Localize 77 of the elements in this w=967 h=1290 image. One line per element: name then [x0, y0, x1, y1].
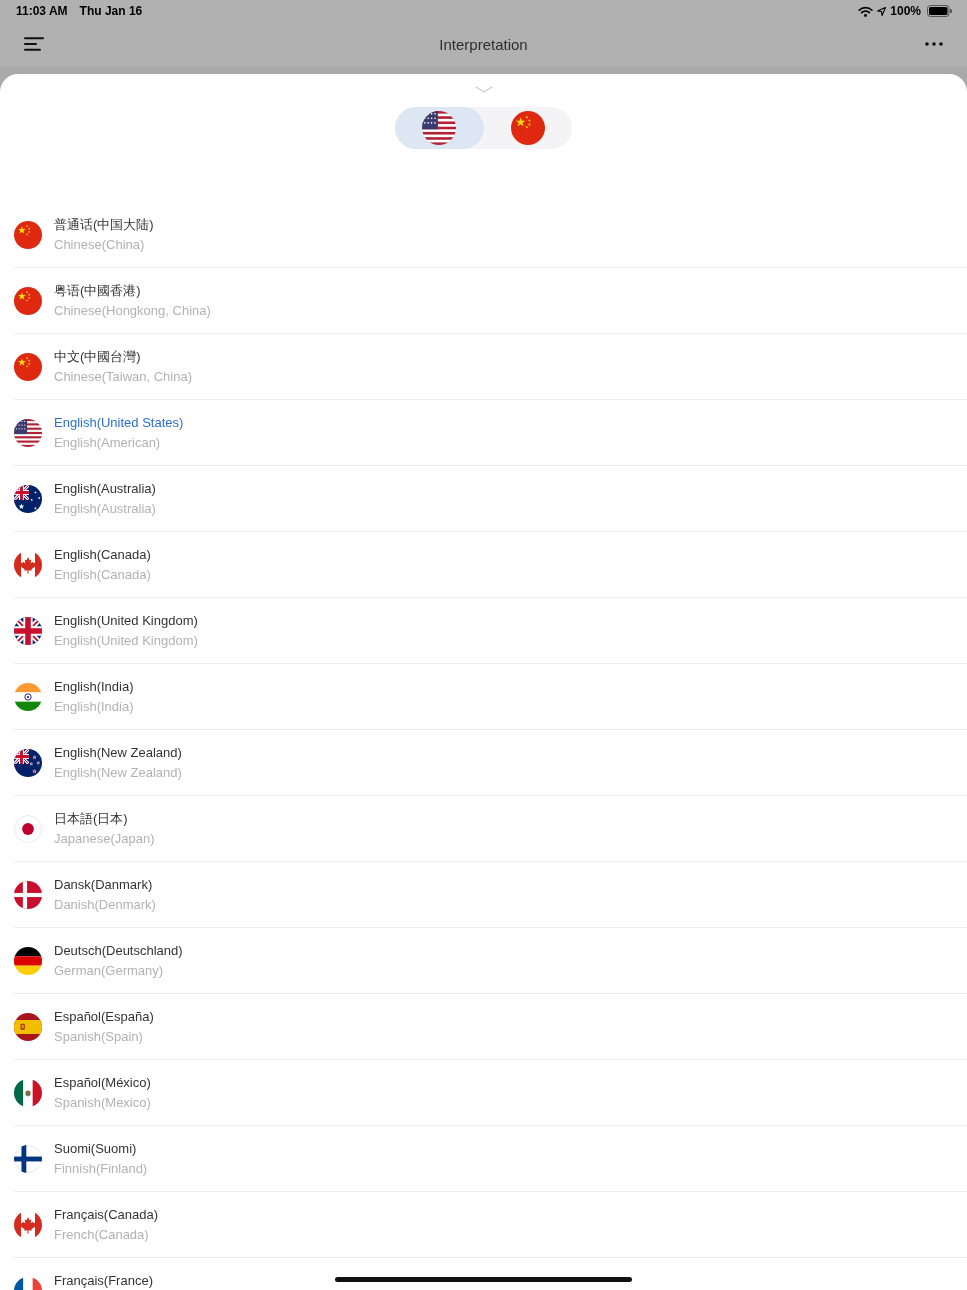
menu-button[interactable] — [24, 37, 44, 51]
china-flag-icon — [14, 220, 42, 249]
language-description: Spanish(Spain) — [54, 1028, 144, 1046]
language-name: Français(France) — [54, 1272, 153, 1290]
more-button[interactable] — [925, 42, 943, 46]
language-name: English(United States) — [54, 414, 184, 432]
us-flag-icon — [14, 418, 42, 447]
denmark-flag-icon — [14, 880, 42, 909]
language-description: English(Canada) — [54, 566, 151, 584]
wifi-icon — [858, 5, 874, 17]
language-list-item[interactable]: English(India) English(India) — [14, 664, 967, 730]
status-time: 11:03 AM — [16, 4, 68, 18]
language-list-item[interactable]: Français(Canada) French(Canada) — [14, 1192, 967, 1258]
language-list-item[interactable]: English(New Zealand) English(New Zealand) — [14, 730, 967, 796]
language-list-item[interactable]: 中文(中國台灣) Chinese(Taiwan, China) — [14, 334, 967, 400]
india-flag-icon — [14, 682, 42, 711]
language-list-item[interactable]: Deutsch(Deutschland) German(Germany) — [14, 928, 967, 994]
language-list-item[interactable]: 日本語(日本) Japanese(Japan) — [14, 796, 967, 862]
language-name: 普通话(中国大陆) — [54, 216, 154, 234]
language-list-item[interactable]: Dansk(Danmark) Danish(Denmark) — [14, 862, 967, 928]
language-description: Chinese(Taiwan, China) — [54, 368, 192, 386]
china-flag-icon — [14, 352, 42, 381]
language-name: 中文(中國台灣) — [54, 348, 142, 366]
china-flag-icon — [510, 111, 545, 145]
battery-icon — [927, 5, 952, 17]
language-name: English(India) — [54, 678, 134, 696]
language-name: Français(Canada) — [54, 1206, 159, 1224]
language-description: Japanese(Japan) — [54, 830, 155, 848]
location-arrow-icon — [877, 6, 887, 16]
language-list-item[interactable]: 粤语(中國香港) Chinese(Hongkong, China) — [14, 268, 967, 334]
germany-flag-icon — [14, 946, 42, 975]
language-toggle-button[interactable] — [395, 107, 484, 149]
language-list-item[interactable]: English(United Kingdom) English(United Kingdom) — [14, 598, 967, 664]
language-description: Danish(Denmark) — [54, 896, 156, 914]
language-description: English(India) — [54, 698, 134, 716]
uk-flag-icon — [14, 616, 42, 645]
language-list-item[interactable]: Suomi(Suomi) Finnish(Finland) — [14, 1126, 967, 1192]
language-description: Spanish(Mexico) — [54, 1094, 151, 1112]
language-description: German(Germany) — [54, 962, 165, 980]
language-name: Español(España) — [54, 1008, 154, 1026]
language-name: Suomi(Suomi) — [54, 1140, 138, 1158]
language-description: English(United Kingdom) — [54, 632, 198, 650]
mexico-flag-icon — [14, 1078, 42, 1107]
menu-icon — [24, 37, 44, 51]
language-name: 粤语(中國香港) — [54, 282, 142, 300]
language-list-item[interactable]: English(Australia) English(Australia) — [14, 466, 967, 532]
language-list-item[interactable]: 普通话(中国大陆) Chinese(China) — [14, 202, 967, 268]
language-name: Español(México) — [54, 1074, 151, 1092]
language-description: English(Australia) — [54, 500, 156, 518]
us-flag-icon — [422, 111, 457, 145]
language-description: Chinese(China) — [54, 236, 146, 254]
japan-flag-icon — [14, 814, 42, 843]
language-description: English(American) — [54, 434, 162, 452]
language-description: English(New Zealand) — [54, 764, 182, 782]
language-description: French(Canada) — [54, 1226, 150, 1244]
battery-percentage: 100% — [890, 4, 921, 18]
language-list-item[interactable]: English(Canada) English(Canada) — [14, 532, 967, 598]
finland-flag-icon — [14, 1144, 42, 1173]
more-options-icon — [925, 42, 943, 46]
new-zealand-flag-icon — [14, 748, 42, 777]
language-list-item[interactable]: Español(México) Spanish(Mexico) — [14, 1060, 967, 1126]
language-name: 日本語(日本) — [54, 810, 129, 828]
language-description: Finnish(Finland) — [54, 1160, 148, 1178]
language-description: Chinese(Hongkong, China) — [54, 302, 211, 320]
language-list-item[interactable]: Español(España) Spanish(Spain) — [14, 994, 967, 1060]
language-name: English(United Kingdom) — [54, 612, 198, 630]
language-list-item[interactable]: English(United States) English(American) — [14, 400, 967, 466]
australia-flag-icon — [14, 484, 42, 513]
china-flag-icon — [14, 286, 42, 315]
language-name: English(Australia) — [54, 480, 156, 498]
language-name: Deutsch(Deutschland) — [54, 942, 183, 960]
language-name: English(New Zealand) — [54, 744, 182, 762]
status-date: Thu Jan 16 — [79, 4, 143, 18]
language-name: English(Canada) — [54, 546, 151, 564]
spain-flag-icon — [14, 1012, 42, 1041]
language-name: Dansk(Danmark) — [54, 876, 154, 894]
screen-title: Interpretation — [439, 35, 528, 53]
